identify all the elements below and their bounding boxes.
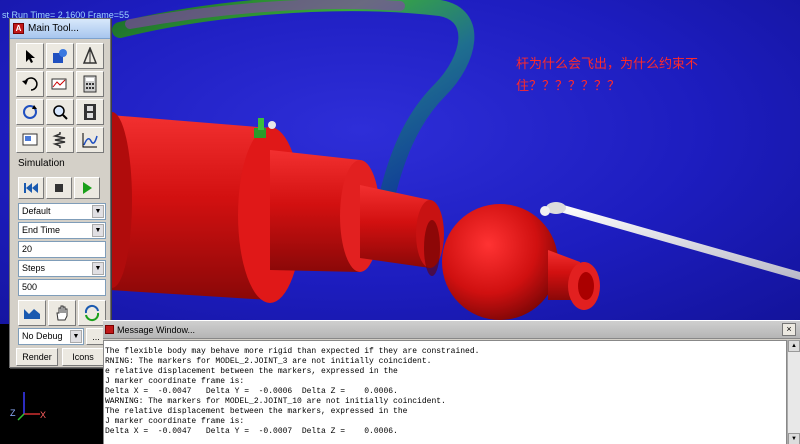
- chevron-down-icon: ▼: [92, 205, 104, 218]
- bottom-tool-row: [18, 300, 106, 326]
- message-window-title: Message Window...: [117, 324, 196, 335]
- refresh-button[interactable]: [78, 300, 106, 326]
- rigid-body-button[interactable]: [46, 43, 74, 69]
- chevron-down-icon: ▼: [92, 262, 104, 275]
- simulation-controls: [18, 177, 100, 199]
- message-line: WARNING: The markers for MODEL_2.JOINT_1…: [105, 397, 446, 406]
- rotate-view-icon: [23, 105, 37, 119]
- chevron-down-icon: ▼: [70, 330, 82, 343]
- x-axis-label: X: [40, 410, 47, 420]
- stop-icon: [55, 184, 63, 192]
- steps-type-value: Steps: [22, 263, 46, 273]
- calculator-icon: [83, 75, 97, 93]
- graph-plot-button[interactable]: [76, 127, 104, 153]
- steps-type-select[interactable]: Steps ▼: [18, 260, 106, 277]
- geometry-cone-icon: [82, 47, 98, 64]
- debug-select-value: No Debug: [22, 331, 63, 341]
- message-line: e relative displacement between the mark…: [105, 367, 398, 376]
- app-icon: A: [13, 23, 24, 34]
- time-type-select[interactable]: End Time ▼: [18, 222, 106, 239]
- main-toolbox-window[interactable]: A Main Tool... Simulation Default ▼ End …: [9, 18, 111, 368]
- spring-button[interactable]: [46, 127, 74, 153]
- message-scrollbar[interactable]: ▲ ▼: [787, 340, 800, 444]
- rewind-icon: [24, 183, 38, 193]
- time-type-value: End Time: [22, 225, 61, 235]
- 3d-viewport[interactable]: st Run Time= 2.1600 Frame=55 杆为什么会飞出，为什么…: [0, 0, 800, 324]
- message-line: RNING: The markers for MODEL_2.JOINT_3 a…: [105, 357, 432, 366]
- zoom-icon: [53, 105, 68, 120]
- calculator-button[interactable]: [76, 71, 104, 97]
- message-window[interactable]: Message Window... × The flexible body ma…: [103, 320, 800, 444]
- hand-pan-button[interactable]: [48, 300, 76, 326]
- message-log[interactable]: The flexible body may behave more rigid …: [103, 340, 787, 444]
- chevron-down-icon: ▼: [92, 224, 104, 237]
- red-cylinder-body[interactable]: [92, 112, 600, 320]
- toolbox-titlebar[interactable]: A Main Tool...: [10, 19, 110, 39]
- stop-button[interactable]: [46, 177, 72, 199]
- scroll-up-icon[interactable]: ▲: [788, 340, 800, 352]
- render-button[interactable]: Render: [16, 348, 58, 366]
- tool-grid: [16, 43, 106, 155]
- debug-select[interactable]: No Debug ▼: [18, 328, 84, 345]
- rigid-body-icon: [53, 49, 67, 63]
- annotation-text: 杆为什么会飞出，为什么约束不住？？？？？？？: [516, 57, 699, 94]
- y-axis-line: [17, 413, 25, 421]
- message-line: The flexible body may behave more rigid …: [105, 347, 480, 356]
- icons-button[interactable]: Icons: [62, 348, 104, 366]
- zoom-button[interactable]: [46, 99, 74, 125]
- message-line: J marker coordinate frame is:: [105, 377, 245, 386]
- animation-film-icon: [84, 104, 96, 120]
- steps-input[interactable]: 500: [18, 279, 106, 296]
- message-line: Delta X = -0.0047 Delta Y = -0.0006 Delt…: [105, 387, 398, 396]
- rotate-view-button[interactable]: [16, 99, 44, 125]
- close-icon[interactable]: ×: [782, 323, 796, 336]
- toolbox-title: Main Tool...: [28, 23, 79, 34]
- message-line: J marker coordinate frame is:: [105, 417, 245, 426]
- plot-icon: [51, 78, 67, 90]
- animation-button[interactable]: [76, 99, 104, 125]
- model-scene[interactable]: [0, 0, 800, 324]
- play-button[interactable]: [74, 177, 100, 199]
- z-axis-label: Z: [10, 408, 16, 418]
- select-tool-button[interactable]: [16, 43, 44, 69]
- message-line: The relative displacement between the ma…: [105, 407, 408, 416]
- spring-icon: [52, 132, 66, 148]
- refresh-icon: [84, 304, 100, 322]
- select-arrow-icon: [26, 50, 35, 63]
- screen-view-button[interactable]: [16, 127, 44, 153]
- undo-button[interactable]: [16, 71, 44, 97]
- end-time-input[interactable]: 20: [18, 241, 106, 258]
- rewind-button[interactable]: [18, 177, 44, 199]
- scroll-down-icon[interactable]: ▼: [788, 433, 800, 444]
- mode-select[interactable]: Default ▼: [18, 203, 106, 220]
- undo-arrow-icon: [22, 77, 38, 91]
- simulation-section-label: Simulation: [18, 158, 65, 169]
- app-icon: [105, 325, 114, 334]
- mode-select-value: Default: [22, 206, 51, 216]
- model-button[interactable]: [18, 300, 46, 326]
- graph-plot-icon: [82, 133, 98, 148]
- message-window-titlebar[interactable]: Message Window... ×: [103, 321, 800, 339]
- geometry-cone-button[interactable]: [76, 43, 104, 69]
- play-icon: [83, 182, 92, 194]
- message-line: Delta X = -0.0047 Delta Y = -0.0007 Delt…: [105, 427, 398, 436]
- screen-view-icon: [22, 133, 38, 146]
- hand-pan-icon: [56, 305, 68, 321]
- model-icon: [24, 309, 40, 319]
- plot-button[interactable]: [46, 71, 74, 97]
